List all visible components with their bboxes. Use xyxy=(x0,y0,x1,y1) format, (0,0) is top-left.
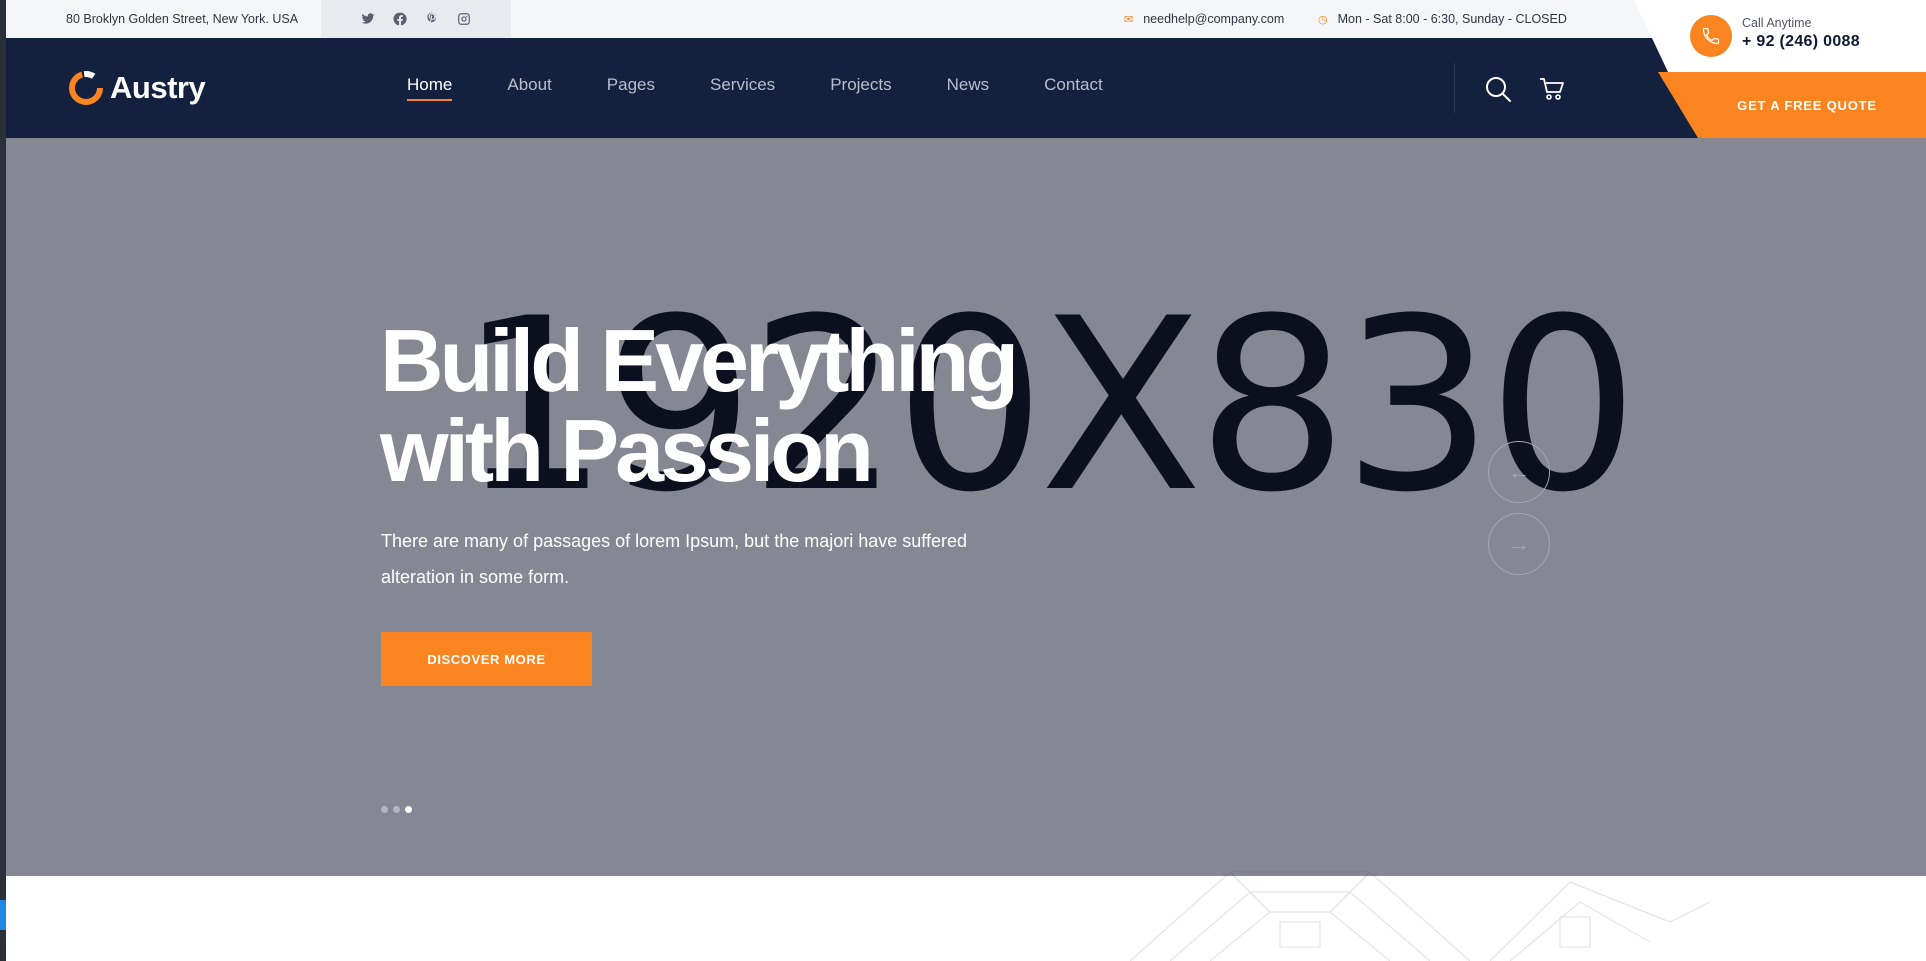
primary-nav: Home About Pages Services Projects News … xyxy=(407,75,1103,101)
twitter-icon[interactable] xyxy=(361,12,375,26)
logo-text: Austry xyxy=(110,70,206,105)
clock-icon: ◷ xyxy=(1318,13,1328,26)
nav-about[interactable]: About xyxy=(507,75,551,95)
phone-icon xyxy=(1702,27,1720,45)
nav-pages[interactable]: Pages xyxy=(607,75,655,95)
email-text[interactable]: needhelp@company.com xyxy=(1143,12,1284,26)
prev-slide-button[interactable]: ← xyxy=(1488,441,1550,503)
slider-dots xyxy=(381,806,412,813)
hero-subtitle-line-2: alteration in some form. xyxy=(381,567,570,587)
nav-home[interactable]: Home xyxy=(407,75,453,101)
arrow-left-icon: ← xyxy=(1508,459,1530,484)
left-edge-marker xyxy=(0,900,6,930)
get-quote-button[interactable]: GET A FREE QUOTE xyxy=(1658,72,1926,138)
blueprint-decoration xyxy=(1129,871,1710,961)
phone-icon-circle[interactable] xyxy=(1690,15,1732,57)
address-text: 80 Broklyn Golden Street, New York. USA xyxy=(66,12,299,26)
nav-services[interactable]: Services xyxy=(710,75,775,95)
hero-slider: 1920X830 Build Everything with Passion T… xyxy=(6,138,1926,876)
nav-news[interactable]: News xyxy=(947,75,990,95)
nav-projects[interactable]: Projects xyxy=(830,75,891,95)
site-logo[interactable]: Austry xyxy=(66,68,206,108)
slider-dot[interactable] xyxy=(393,806,400,813)
hero-title: Build Everything with Passion xyxy=(380,316,1080,496)
envelope-icon: ✉ xyxy=(1124,13,1134,26)
nav-divider xyxy=(1454,63,1455,113)
email-contact[interactable]: ✉ needhelp@company.com xyxy=(1124,12,1284,26)
discover-more-button[interactable]: DISCOVER MORE xyxy=(381,632,592,686)
call-number[interactable]: + 92 (246) 0088 xyxy=(1742,33,1860,51)
main-navbar: Austry Home About Pages Services Project… xyxy=(6,38,1926,138)
hero-subtitle-line-1: There are many of passages of lorem Ipsu… xyxy=(381,531,967,551)
next-slide-button[interactable]: → xyxy=(1488,513,1550,575)
slider-dot[interactable] xyxy=(381,806,388,813)
cart-icon[interactable] xyxy=(1538,75,1566,103)
hero-subtitle: There are many of passages of lorem Ipsu… xyxy=(381,523,1021,595)
instagram-icon[interactable] xyxy=(457,12,471,26)
search-icon[interactable] xyxy=(1484,75,1512,103)
slider-dot-active[interactable] xyxy=(405,806,412,813)
pinterest-icon[interactable] xyxy=(425,12,439,26)
opening-hours: ◷ Mon - Sat 8:00 - 6:30, Sunday - CLOSED xyxy=(1318,12,1567,26)
hero-title-line-2: with Passion xyxy=(380,401,874,500)
gear-logo-icon xyxy=(69,71,103,105)
hero-title-line-1: Build Everything xyxy=(380,311,1019,410)
call-label: Call Anytime xyxy=(1742,16,1812,30)
social-links xyxy=(321,0,511,38)
nav-contact[interactable]: Contact xyxy=(1044,75,1103,95)
hours-text: Mon - Sat 8:00 - 6:30, Sunday - CLOSED xyxy=(1337,12,1567,26)
arrow-right-icon: → xyxy=(1508,531,1530,556)
facebook-icon[interactable] xyxy=(393,12,407,26)
